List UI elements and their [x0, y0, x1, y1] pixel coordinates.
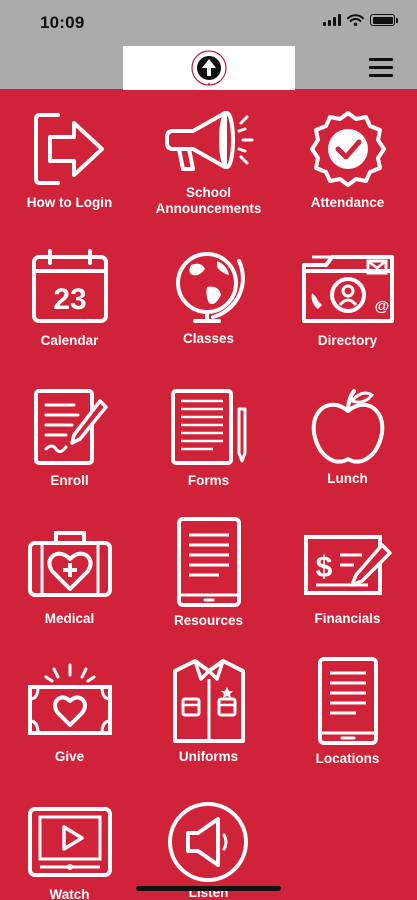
calendar-icon: 23 [31, 249, 108, 323]
login-arrow-icon [33, 113, 104, 185]
home-indicator[interactable] [136, 886, 281, 891]
battery-icon [370, 14, 398, 26]
tile-calendar[interactable]: 23 Calendar [0, 247, 139, 349]
school-logo[interactable] [123, 46, 295, 90]
tile-label: Lunch [327, 471, 368, 486]
tile-financials[interactable]: $ Financials [278, 529, 417, 627]
tile-medical[interactable]: Medical [0, 525, 139, 627]
tile-label: School Announcements [155, 185, 262, 216]
tile-label: Attendance [310, 195, 385, 210]
heart-money-icon [27, 663, 112, 735]
tile-label: Locations [315, 751, 380, 766]
shirt-icon [172, 659, 245, 743]
tablet-document-icon [176, 517, 241, 607]
apple-icon [311, 389, 384, 464]
globe-icon [175, 252, 245, 323]
app-header [0, 44, 417, 90]
status-bar: 10:09 [0, 0, 417, 44]
status-time: 10:09 [40, 13, 85, 32]
logo-emblem-icon [191, 50, 227, 86]
tile-lunch[interactable]: Lunch [278, 385, 417, 487]
tile-label: Enroll [50, 473, 89, 488]
phone-document-icon [317, 657, 378, 745]
tile-label: Directory [317, 333, 378, 348]
tile-watch[interactable]: Watch [0, 805, 139, 900]
video-play-icon [27, 807, 112, 877]
tile-label: Medical [44, 611, 95, 626]
tile-school-announcements[interactable]: School Announcements [139, 105, 278, 217]
cellular-signal-icon [323, 14, 341, 26]
tile-attendance[interactable]: Attendance [278, 109, 417, 211]
hamburger-menu-icon[interactable] [369, 58, 393, 78]
tile-forms[interactable]: Forms [139, 387, 278, 489]
tile-classes[interactable]: Classes [139, 247, 278, 347]
calendar-date: 23 [53, 283, 86, 316]
tile-label: Uniforms [178, 749, 239, 764]
tile-uniforms[interactable]: Uniforms [139, 657, 278, 765]
speaker-icon [167, 802, 248, 882]
wifi-icon [347, 14, 364, 26]
svg-text:$: $ [315, 551, 332, 584]
contact-card-icon: @ [301, 255, 394, 323]
check-pen-icon: $ [303, 535, 392, 595]
document-pen-icon [33, 389, 108, 465]
tile-label: Financials [314, 611, 381, 626]
tile-locations[interactable]: Locations [278, 657, 417, 767]
megaphone-icon [164, 111, 253, 171]
tile-how-to-login[interactable]: How to Login [0, 109, 139, 211]
tile-enroll[interactable]: Enroll [0, 387, 139, 489]
svg-text:@: @ [374, 298, 389, 315]
tile-label: Forms [187, 473, 230, 488]
tile-listen[interactable]: Listen [139, 799, 278, 900]
status-icons [323, 14, 398, 26]
tile-label: Calendar [40, 333, 99, 348]
tile-label: How to Login [26, 195, 113, 210]
medical-kit-icon [27, 531, 112, 597]
tile-resources[interactable]: Resources [139, 517, 278, 629]
tile-give[interactable]: Give [0, 659, 139, 765]
checkmark-badge-icon [309, 111, 386, 187]
tile-label: Classes [182, 331, 235, 346]
tile-label: Resources [173, 613, 244, 628]
form-pencil-icon [170, 389, 246, 465]
tile-label: Give [54, 749, 85, 764]
tile-label: Watch [49, 887, 90, 900]
tile-directory[interactable]: @ Directory [278, 247, 417, 349]
